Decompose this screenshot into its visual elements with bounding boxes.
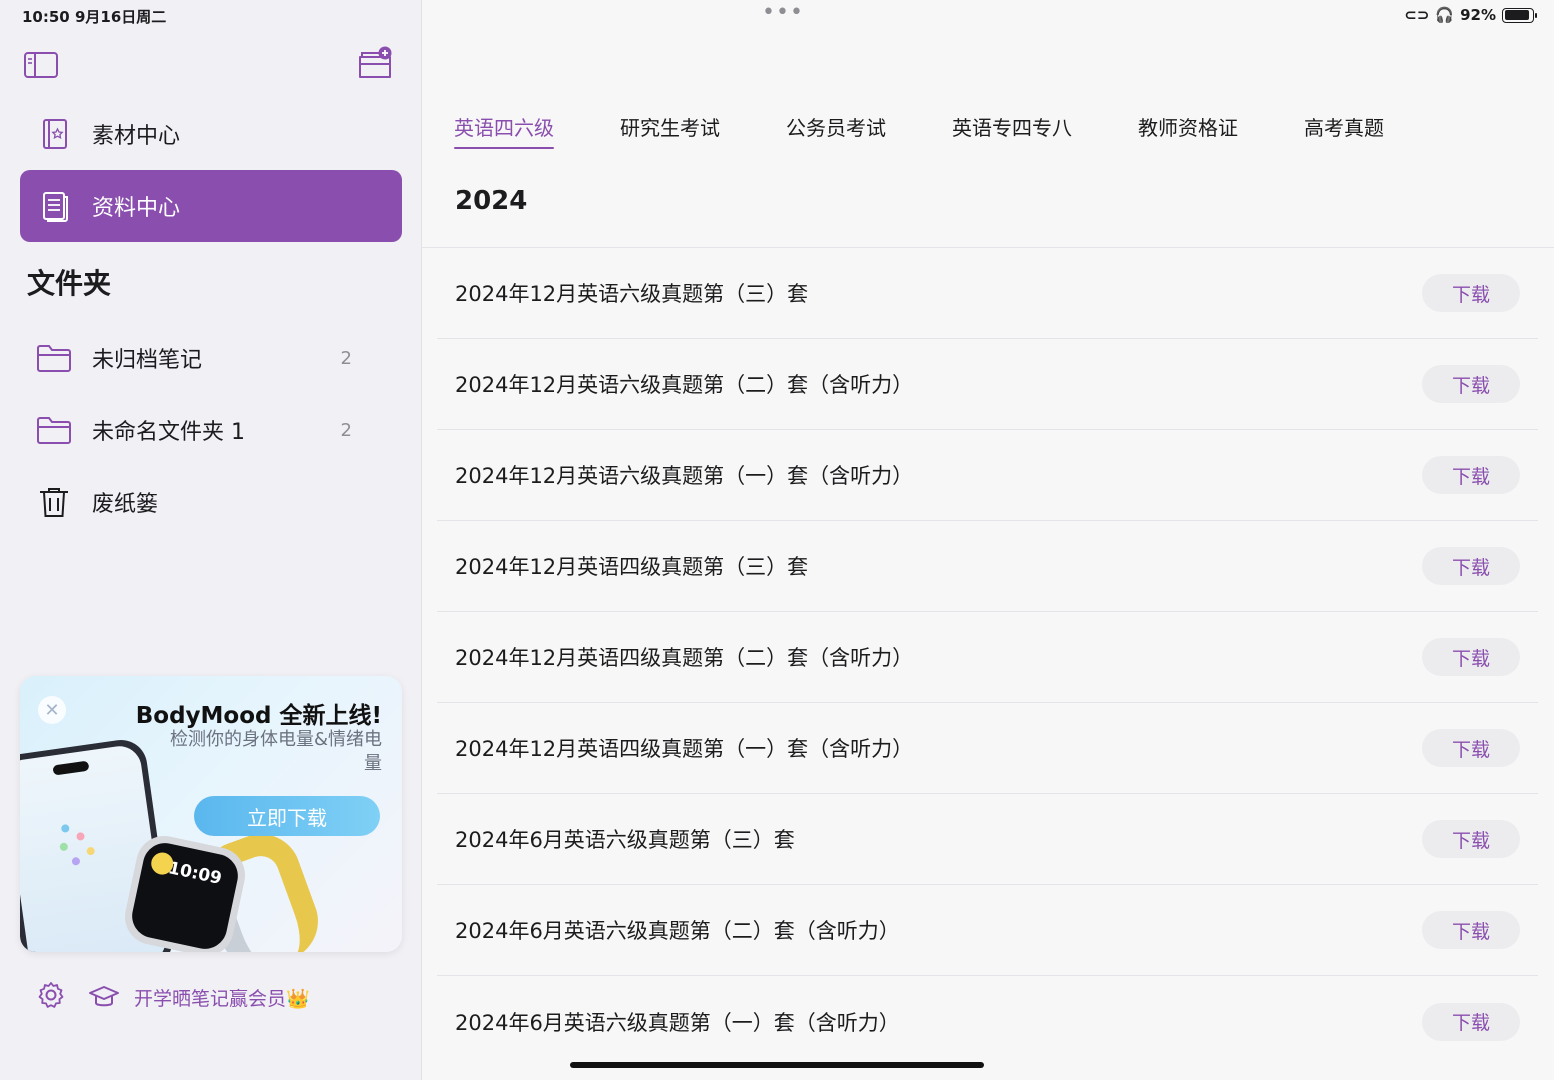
new-folder-button[interactable]	[356, 44, 394, 82]
promo-campaign-link[interactable]: 开学晒笔记赢会员👑	[88, 983, 310, 1011]
promo-card[interactable]: 10:09 ✕ BodyMood 全新上线! 检测你的身体电量&情绪电量 立即下…	[20, 676, 402, 952]
item-title: 2024年12月英语六级真题第（二）套（含听力）	[455, 373, 914, 397]
promo-title: BodyMood 全新上线!	[135, 703, 382, 729]
list-item[interactable]: 2024年12月英语六级真题第（三）套 下载	[437, 248, 1538, 339]
tab-gaokao[interactable]: 高考真题	[1304, 112, 1384, 145]
sidebar-toggle-button[interactable]	[22, 48, 60, 82]
trash-icon	[36, 485, 72, 519]
nav-item-materials[interactable]: 素材中心	[20, 98, 402, 170]
promo-subtitle: 检测你的身体电量&情绪电量	[169, 729, 382, 774]
promo-download-button[interactable]: 立即下载	[194, 796, 380, 836]
folder-icon	[36, 415, 72, 445]
download-button[interactable]: 下载	[1422, 911, 1520, 949]
document-icon	[40, 191, 70, 222]
list-item[interactable]: 2024年12月英语四级真题第（一）套（含听力） 下载	[437, 703, 1538, 794]
tab-postgraduate[interactable]: 研究生考试	[620, 112, 720, 145]
folder-item-trash[interactable]: 废纸篓	[36, 477, 366, 527]
item-title: 2024年12月英语六级真题第（三）套	[455, 282, 809, 306]
battery-icon	[1502, 7, 1537, 23]
item-title: 2024年12月英语六级真题第（一）套（含听力）	[455, 464, 914, 488]
folder-count: 2	[340, 347, 352, 369]
nav-item-label: 素材中心	[92, 124, 181, 149]
folder-icon	[36, 343, 72, 373]
download-button[interactable]: 下载	[1422, 820, 1520, 858]
item-title: 2024年12月英语四级真题第（一）套（含听力）	[455, 737, 914, 761]
download-button[interactable]: 下载	[1422, 274, 1520, 312]
folder-label: 未归档笔记	[92, 348, 203, 373]
watch-time: 10:09	[166, 858, 224, 889]
link-icon: ⊂⊃	[1404, 6, 1430, 24]
folders-section-title: 文件夹	[27, 267, 112, 300]
promo-close-button[interactable]: ✕	[38, 696, 66, 724]
tab-cet46[interactable]: 英语四六级	[454, 112, 554, 149]
download-button[interactable]: 下载	[1422, 365, 1520, 403]
list-item[interactable]: 2024年12月英语六级真题第（一）套（含听力） 下载	[437, 430, 1538, 521]
year-heading: 2024	[455, 186, 528, 216]
tab-teacher-cert[interactable]: 教师资格证	[1138, 112, 1238, 145]
folder-label: 废纸篓	[92, 492, 159, 517]
folder-item-unarchived[interactable]: 未归档笔记 2	[36, 333, 366, 383]
sidebar: 10:50 9月16日周二 素材中心 资料中心 文件夹 未归档笔记 2 未命名文…	[0, 0, 422, 1080]
gear-icon	[38, 982, 64, 1008]
nav-item-resources[interactable]: 资料中心	[20, 170, 402, 242]
sidebar-toggle-icon	[24, 52, 58, 78]
tab-tem48[interactable]: 英语专四专八	[952, 112, 1072, 145]
category-tabs: 英语四六级 研究生考试 公务员考试 英语专四专八 教师资格证 高考真题	[454, 112, 1450, 149]
download-button[interactable]: 下载	[1422, 729, 1520, 767]
sidebar-footer: 开学晒笔记赢会员👑	[36, 980, 310, 1014]
multitasking-dots[interactable]: •••	[762, 0, 804, 25]
exam-list: 2024年12月英语六级真题第（三）套 下载 2024年12月英语六级真题第（二…	[437, 248, 1538, 1067]
list-item[interactable]: 2024年12月英语四级真题第（三）套 下载	[437, 521, 1538, 612]
item-title: 2024年12月英语四级真题第（三）套	[455, 555, 809, 579]
home-indicator[interactable]	[570, 1062, 984, 1068]
promo-campaign-label: 开学晒笔记赢会员👑	[134, 987, 310, 1010]
item-title: 2024年6月英语六级真题第（三）套	[455, 828, 795, 852]
list-item[interactable]: 2024年12月英语六级真题第（二）套（含听力） 下载	[437, 339, 1538, 430]
download-button[interactable]: 下载	[1422, 1002, 1520, 1041]
folder-item-unnamed-1[interactable]: 未命名文件夹 1 2	[36, 405, 366, 455]
headphones-icon: 🎧	[1435, 6, 1455, 24]
close-icon: ✕	[44, 699, 60, 721]
folder-count: 2	[340, 419, 352, 441]
settings-gear-button[interactable]	[36, 980, 66, 1014]
status-time-date: 10:50 9月16日周二	[22, 8, 167, 26]
download-button[interactable]: 下载	[1422, 547, 1520, 585]
list-item[interactable]: 2024年6月英语六级真题第（三）套 下载	[437, 794, 1538, 885]
list-item[interactable]: 2024年6月英语六级真题第（一）套（含听力） 下载	[437, 976, 1538, 1067]
item-title: 2024年6月英语六级真题第（二）套（含听力）	[455, 919, 900, 943]
new-folder-icon	[359, 46, 392, 78]
list-item[interactable]: 2024年6月英语六级真题第（二）套（含听力） 下载	[437, 885, 1538, 976]
tab-civil-service[interactable]: 公务员考试	[786, 112, 886, 145]
battery-percent: 92%	[1460, 6, 1496, 24]
folder-label: 未命名文件夹 1	[92, 420, 245, 445]
item-title: 2024年12月英语四级真题第（二）套（含听力）	[455, 646, 914, 670]
graduation-cap-icon	[89, 986, 119, 1007]
item-title: 2024年6月英语六级真题第（一）套（含听力）	[455, 1010, 900, 1035]
material-book-icon	[40, 119, 70, 149]
download-button[interactable]: 下载	[1422, 638, 1520, 676]
status-right: ⊂⊃ 🎧 92%	[1404, 6, 1537, 24]
download-button[interactable]: 下载	[1422, 456, 1520, 494]
nav-item-label: 资料中心	[92, 196, 181, 221]
list-item[interactable]: 2024年12月英语四级真题第（二）套（含听力） 下载	[437, 612, 1538, 703]
